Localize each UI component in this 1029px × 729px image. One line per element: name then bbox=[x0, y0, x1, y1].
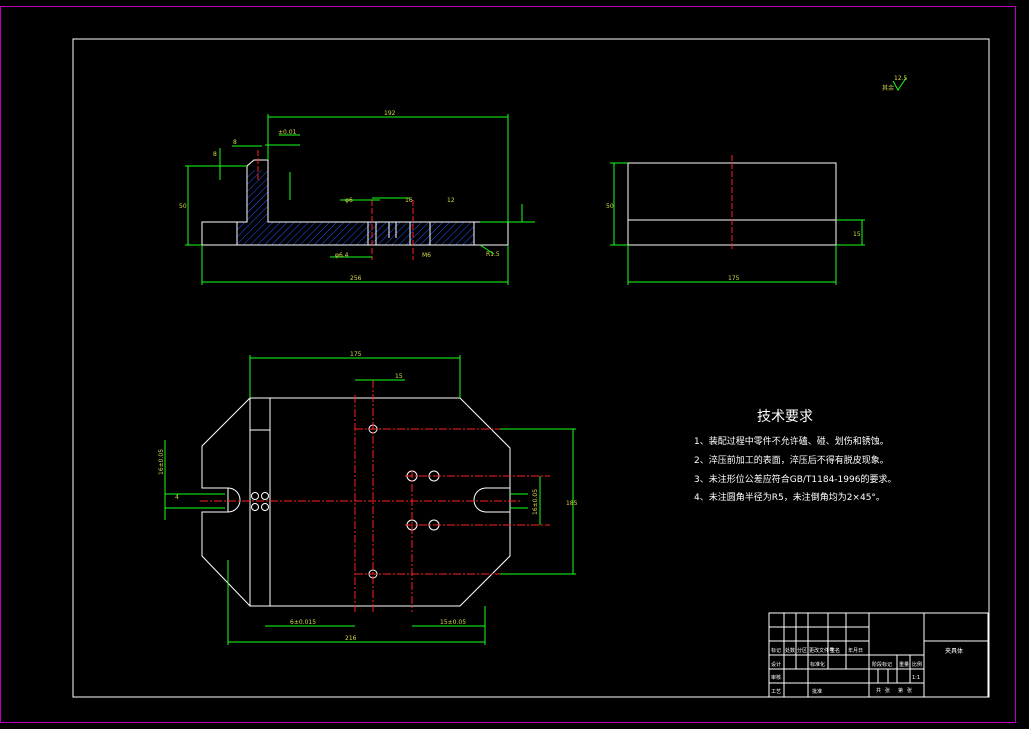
side-view: 175 50 15 bbox=[606, 155, 865, 285]
tb-label-scale: 比例 bbox=[912, 661, 922, 668]
dim-tol: ±0.01 bbox=[278, 129, 297, 136]
dim-8b: 8 bbox=[233, 139, 237, 146]
dim-bottom-left: 6±0.015 bbox=[290, 619, 316, 626]
tb-label-sheet: 张 bbox=[907, 687, 912, 694]
cad-drawing-canvas: 12.5 其余 192 256 50 8 8 ±0.01 φ6 16 12 φ6… bbox=[0, 0, 1029, 729]
title-block-text: 标记 处数 分区 更改文件号 签名 年月日 设计 标准化 阶段标记 重量 比例 … bbox=[771, 647, 963, 695]
dim-216: 216 bbox=[345, 635, 357, 642]
surface-finish-prefix: 其余 bbox=[882, 84, 894, 92]
requirement-2: 2、淬压前加工的表面，淬压后不得有脱皮现象。 bbox=[694, 454, 889, 466]
tb-label-review: 审核 bbox=[771, 674, 781, 681]
tb-part-name: 夹具体 bbox=[945, 647, 963, 655]
top-view: 175 15 216 6±0.015 15±0.05 185 16±0.05 1… bbox=[158, 351, 578, 645]
dim-side-50: 50 bbox=[606, 203, 614, 210]
dim-50: 50 bbox=[179, 203, 187, 210]
front-view: 192 256 50 8 8 ±0.01 φ6 16 12 φ6.4 M6 R1… bbox=[179, 110, 535, 285]
dim-185: 185 bbox=[566, 500, 578, 507]
dim-192: 192 bbox=[384, 110, 396, 117]
dim-phi6-4: φ6.4 bbox=[335, 252, 349, 259]
tb-label-process: 工艺 bbox=[771, 689, 781, 695]
section-hatch bbox=[237, 170, 474, 245]
dim-bottom-right: 15±0.05 bbox=[440, 619, 466, 626]
dim-16: 16 bbox=[405, 197, 413, 204]
sheet-border bbox=[0, 6, 1016, 723]
tb-label-design: 设计 bbox=[771, 661, 781, 668]
surface-finish-symbol: 12.5 其余 bbox=[882, 75, 908, 92]
tb-label-std: 标准化 bbox=[810, 661, 825, 668]
dim-phi6: φ6 bbox=[345, 197, 353, 204]
tb-scale-value: 1:1 bbox=[912, 675, 920, 681]
requirement-4: 4、未注圆角半径为R5，未注倒角均为2×45°。 bbox=[694, 491, 885, 503]
tb-label-count: 处数 bbox=[785, 647, 795, 654]
tb-label-date: 年月日 bbox=[848, 647, 863, 654]
tb-label-page: 第 bbox=[898, 687, 903, 694]
title-block bbox=[768, 612, 989, 698]
tb-label-zone: 分区 bbox=[797, 647, 807, 654]
dim-top-175: 175 bbox=[350, 351, 362, 358]
dim-right-v: 16±0.05 bbox=[532, 489, 539, 515]
tb-label-stage: 阶段标记 bbox=[872, 661, 892, 668]
tb-label-sheets: 张 bbox=[885, 687, 890, 694]
dim-radius: R1.5 bbox=[486, 251, 500, 258]
tb-label-sign: 签名 bbox=[830, 647, 840, 654]
dim-top-15: 15 bbox=[395, 373, 403, 380]
dim-side-15: 15 bbox=[853, 231, 861, 238]
drawing-sheet: 12.5 其余 192 256 50 8 8 ±0.01 φ6 16 12 φ6… bbox=[0, 6, 1016, 723]
dim-12: 12 bbox=[447, 197, 455, 204]
dim-m6: M6 bbox=[422, 252, 431, 259]
requirement-1: 1、装配过程中零件不允许磕、碰、划伤和锈蚀。 bbox=[694, 435, 889, 447]
drawing-frame bbox=[72, 38, 990, 698]
surface-finish-value: 12.5 bbox=[894, 75, 908, 82]
dim-slot: 4 bbox=[175, 494, 179, 501]
dim-left-v: 16±0.05 bbox=[158, 449, 165, 475]
tb-label-weight: 重量 bbox=[899, 661, 909, 668]
dim-175: 175 bbox=[728, 275, 740, 282]
technical-requirements: 技术要求 1、装配过程中零件不允许磕、碰、划伤和锈蚀。 2、淬压前加工的表面，淬… bbox=[694, 409, 896, 503]
tb-label-total: 共 bbox=[876, 687, 881, 694]
requirement-3: 3、未注形位公差应符合GB/T1184-1996的要求。 bbox=[694, 473, 896, 485]
requirements-title: 技术要求 bbox=[757, 409, 813, 425]
tb-label-mark: 标记 bbox=[771, 647, 781, 654]
dim-256: 256 bbox=[350, 275, 362, 282]
dim-8: 8 bbox=[213, 151, 217, 158]
tb-label-approve: 批准 bbox=[812, 688, 822, 695]
